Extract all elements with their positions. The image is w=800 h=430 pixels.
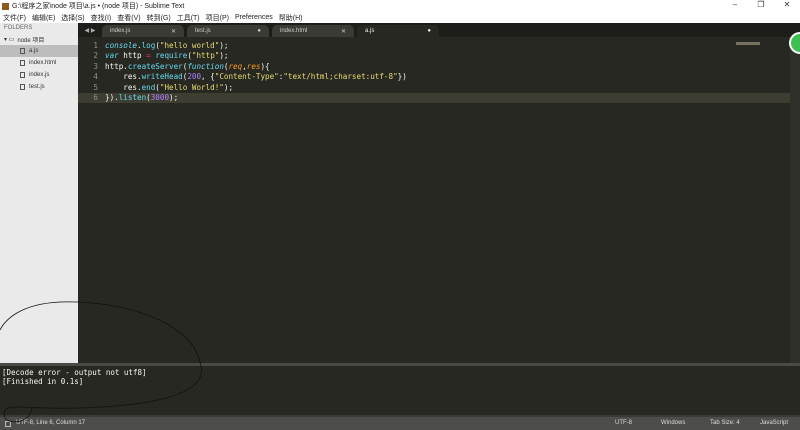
menu-selection[interactable]: 选择(S) (61, 13, 84, 23)
window-title: G:\程序之家\node 项目\a.js • (node 项目) - Subli… (12, 3, 185, 10)
code-text: }).listen(3000); (105, 93, 179, 103)
tab-index-js[interactable]: index.js ✕ (102, 25, 184, 37)
code-editor[interactable]: 1 console.log("hello world"); 2 var http =… (78, 37, 790, 363)
tab-bar: ◀ ▶ index.js ✕ test.js ● index.html ✕ a.js ● (78, 23, 800, 37)
code-text: res.writeHead(200, {"Content-Type":"text… (105, 72, 407, 82)
file-label: test.js (29, 84, 45, 90)
code-text: console.log("hello world"); (105, 40, 229, 50)
folder-node[interactable]: ▾ ▭ node 项目 (0, 33, 78, 45)
code-line: 4 res.writeHead(200, {"Content-Type":"te… (78, 72, 790, 83)
folder-label: node 项目 (17, 37, 45, 44)
sidebar-file-a-js[interactable]: a.js (0, 45, 78, 57)
panel-toggle-icon[interactable] (5, 421, 11, 427)
line-number: 2 (93, 51, 98, 61)
line-number: 5 (93, 82, 98, 92)
vertical-scrollbar[interactable] (790, 37, 800, 363)
status-bar: UTF-8, Line 6, Column 17 UTF-8 Windows T… (0, 415, 800, 430)
menu-help[interactable]: 帮助(H) (279, 13, 303, 23)
menu-bar: 文件(F) 编辑(E) 选择(S) 查找(I) 查看(V) 转到(G) 工具(T… (0, 12, 800, 23)
status-line-endings[interactable]: Windows (661, 420, 685, 426)
menu-tools[interactable]: 工具(T) (177, 13, 200, 23)
tab-label: test.js (195, 28, 211, 34)
tab-a-js[interactable]: a.js ● (357, 25, 439, 37)
file-label: index.js (29, 72, 50, 78)
unsaved-dot-icon[interactable]: ● (427, 28, 431, 34)
line-number: 3 (93, 61, 98, 71)
tab-label: index.html (280, 28, 308, 34)
code-line: 1 console.log("hello world"); (78, 40, 790, 51)
line-number: 1 (93, 40, 98, 50)
close-button[interactable]: ✕ (774, 0, 800, 9)
code-line: 2 var http = require("http"); (78, 51, 790, 62)
sidebar: FOLDERS ▾ ▭ node 项目 a.js index.html index… (0, 23, 78, 363)
file-icon (20, 48, 25, 54)
menu-find[interactable]: 查找(I) (91, 13, 112, 23)
build-output-panel: [Decode error - output not utf8] [Finish… (0, 363, 800, 415)
close-tab-icon[interactable]: ✕ (341, 28, 346, 35)
output-line: [Finished in 0.1s] (2, 377, 84, 386)
code-text: http.createServer(function(req,res){ (105, 61, 270, 71)
status-tab-size[interactable]: Tab Size: 4 (710, 420, 740, 426)
file-icon (20, 72, 25, 78)
output-line: [Decode error - output not utf8] (2, 368, 147, 377)
tab-label: index.js (110, 28, 131, 34)
code-text: var http = require("http"); (105, 51, 229, 61)
menu-project[interactable]: 项目(P) (206, 13, 229, 23)
menu-file[interactable]: 文件(F) (3, 13, 26, 23)
menu-goto[interactable]: 转到(G) (147, 13, 171, 23)
folder-open-icon: ▾ ▭ (4, 36, 15, 43)
minimize-button[interactable]: – (722, 0, 748, 9)
menu-preferences[interactable]: Preferences (235, 14, 273, 21)
status-position: UTF-8, Line 6, Column 17 (16, 420, 86, 426)
sidebar-file-test-js[interactable]: test.js (0, 81, 78, 93)
tab-test-js[interactable]: test.js ● (187, 25, 269, 37)
maximize-button[interactable]: ❐ (748, 0, 774, 9)
file-icon (20, 60, 25, 66)
line-number: 6 (93, 93, 98, 103)
status-syntax[interactable]: JavaScript (760, 420, 788, 426)
file-icon (20, 84, 25, 90)
code-line: 5 res.end("Hello World!"); (78, 82, 790, 93)
code-text: res.end("Hello World!"); (105, 82, 234, 92)
tab-index-html[interactable]: index.html ✕ (272, 25, 354, 37)
sidebar-file-index-html[interactable]: index.html (0, 57, 78, 69)
code-line: 3 http.createServer(function(req,res){ (78, 61, 790, 72)
unsaved-dot-icon[interactable]: ● (257, 28, 261, 34)
minimap[interactable] (736, 42, 760, 45)
sidebar-file-index-js[interactable]: index.js (0, 69, 78, 81)
close-tab-icon[interactable]: ✕ (171, 28, 176, 35)
folders-header: FOLDERS (4, 25, 33, 31)
line-number: 4 (93, 72, 98, 82)
code-line-current: 6 }).listen(3000); (78, 92, 790, 103)
title-bar: G:\程序之家\node 项目\a.js • (node 项目) - Subli… (0, 0, 800, 12)
sublime-icon (2, 2, 9, 10)
file-label: index.html (29, 60, 57, 66)
file-label: a.js (29, 48, 39, 54)
status-encoding[interactable]: UTF-8 (615, 420, 632, 426)
menu-edit[interactable]: 编辑(E) (32, 13, 55, 23)
menu-view[interactable]: 查看(V) (117, 13, 140, 23)
tab-nav-arrows[interactable]: ◀ ▶ (78, 27, 102, 34)
tab-label: a.js (365, 28, 375, 34)
